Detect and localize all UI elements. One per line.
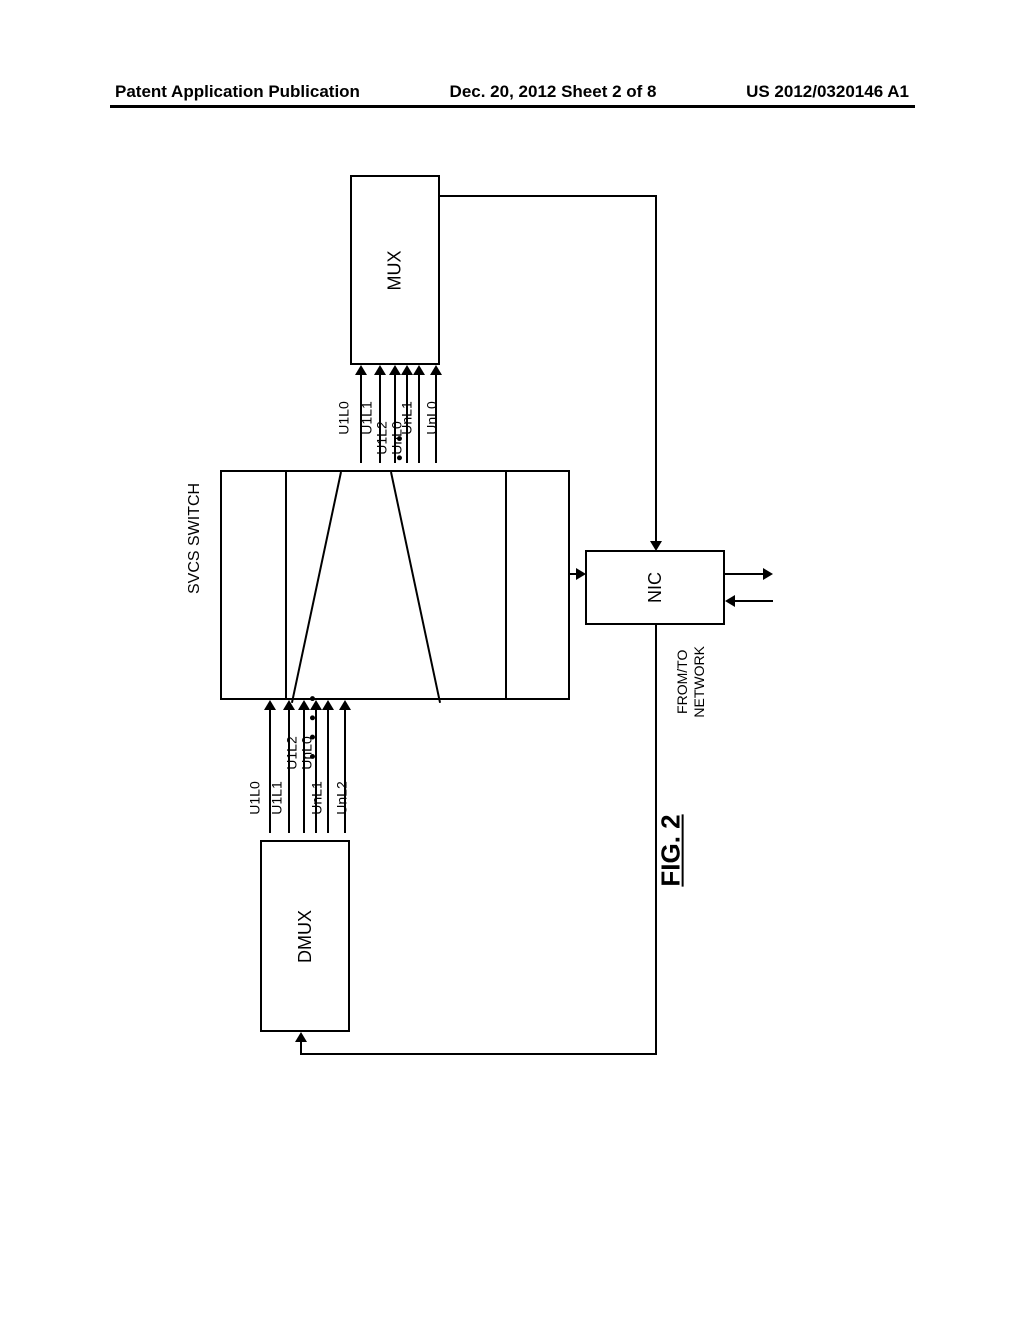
diagram-container: MUX U1L0 U1L1 U1L2 UnL0 UnL1 UnL0 • • • …: [125, 175, 905, 1195]
header-right: US 2012/0320146 A1: [746, 82, 909, 102]
network-out-arrow: [725, 573, 765, 575]
dmux-label: DMUX: [295, 910, 316, 963]
signal-u1l1-top: U1L1: [359, 401, 375, 434]
header-center: Dec. 20, 2012 Sheet 2 of 8: [450, 82, 657, 102]
header-underline: [110, 105, 915, 108]
signal-unl1-top: UnL1: [399, 401, 415, 434]
mux-nic-horizontal: [440, 195, 655, 197]
switch-inner-line-2: [505, 472, 507, 698]
signal-u1l2-top: U1L2: [374, 421, 390, 454]
nic-block: NIC: [585, 550, 725, 625]
nic-label: NIC: [645, 572, 666, 603]
signal-unl2-bottom: UnL2: [334, 781, 350, 814]
signal-u1l2-bottom: U1L2: [284, 736, 300, 769]
figure-label: FIG. 2: [656, 814, 687, 886]
dots-bottom: • • • •: [303, 691, 324, 759]
nic-dmux-final: [300, 1040, 302, 1053]
network-in-arrow: [733, 600, 773, 602]
signal-unl0-top: UnL0: [424, 401, 440, 434]
mux-nic-vertical: [655, 195, 657, 543]
page-header: Patent Application Publication Dec. 20, …: [0, 82, 1024, 102]
signal-u1l0-top: U1L0: [336, 401, 352, 434]
switch-inner-line-1: [285, 472, 287, 698]
network-label: FROM/TO NETWORK: [674, 646, 708, 718]
signal-line-mux-5: [418, 373, 420, 463]
signal-u1l1-bottom: U1L1: [269, 781, 285, 814]
nic-dmux-horizontal: [300, 1053, 657, 1055]
signal-line-dmux-2: [288, 708, 290, 833]
switch-label: SVCS SWITCH: [186, 483, 204, 594]
signal-line-dmux-5: [327, 708, 329, 833]
mux-label: MUX: [385, 250, 406, 290]
signal-unl1-bottom: UnL1: [309, 781, 325, 814]
mux-block: MUX: [350, 175, 440, 365]
signal-u1l0-bottom: U1L0: [247, 781, 263, 814]
header-left: Patent Application Publication: [115, 82, 360, 102]
dmux-block: DMUX: [260, 840, 350, 1032]
switch-block: [220, 470, 570, 700]
switch-to-nic-line: [570, 573, 578, 575]
